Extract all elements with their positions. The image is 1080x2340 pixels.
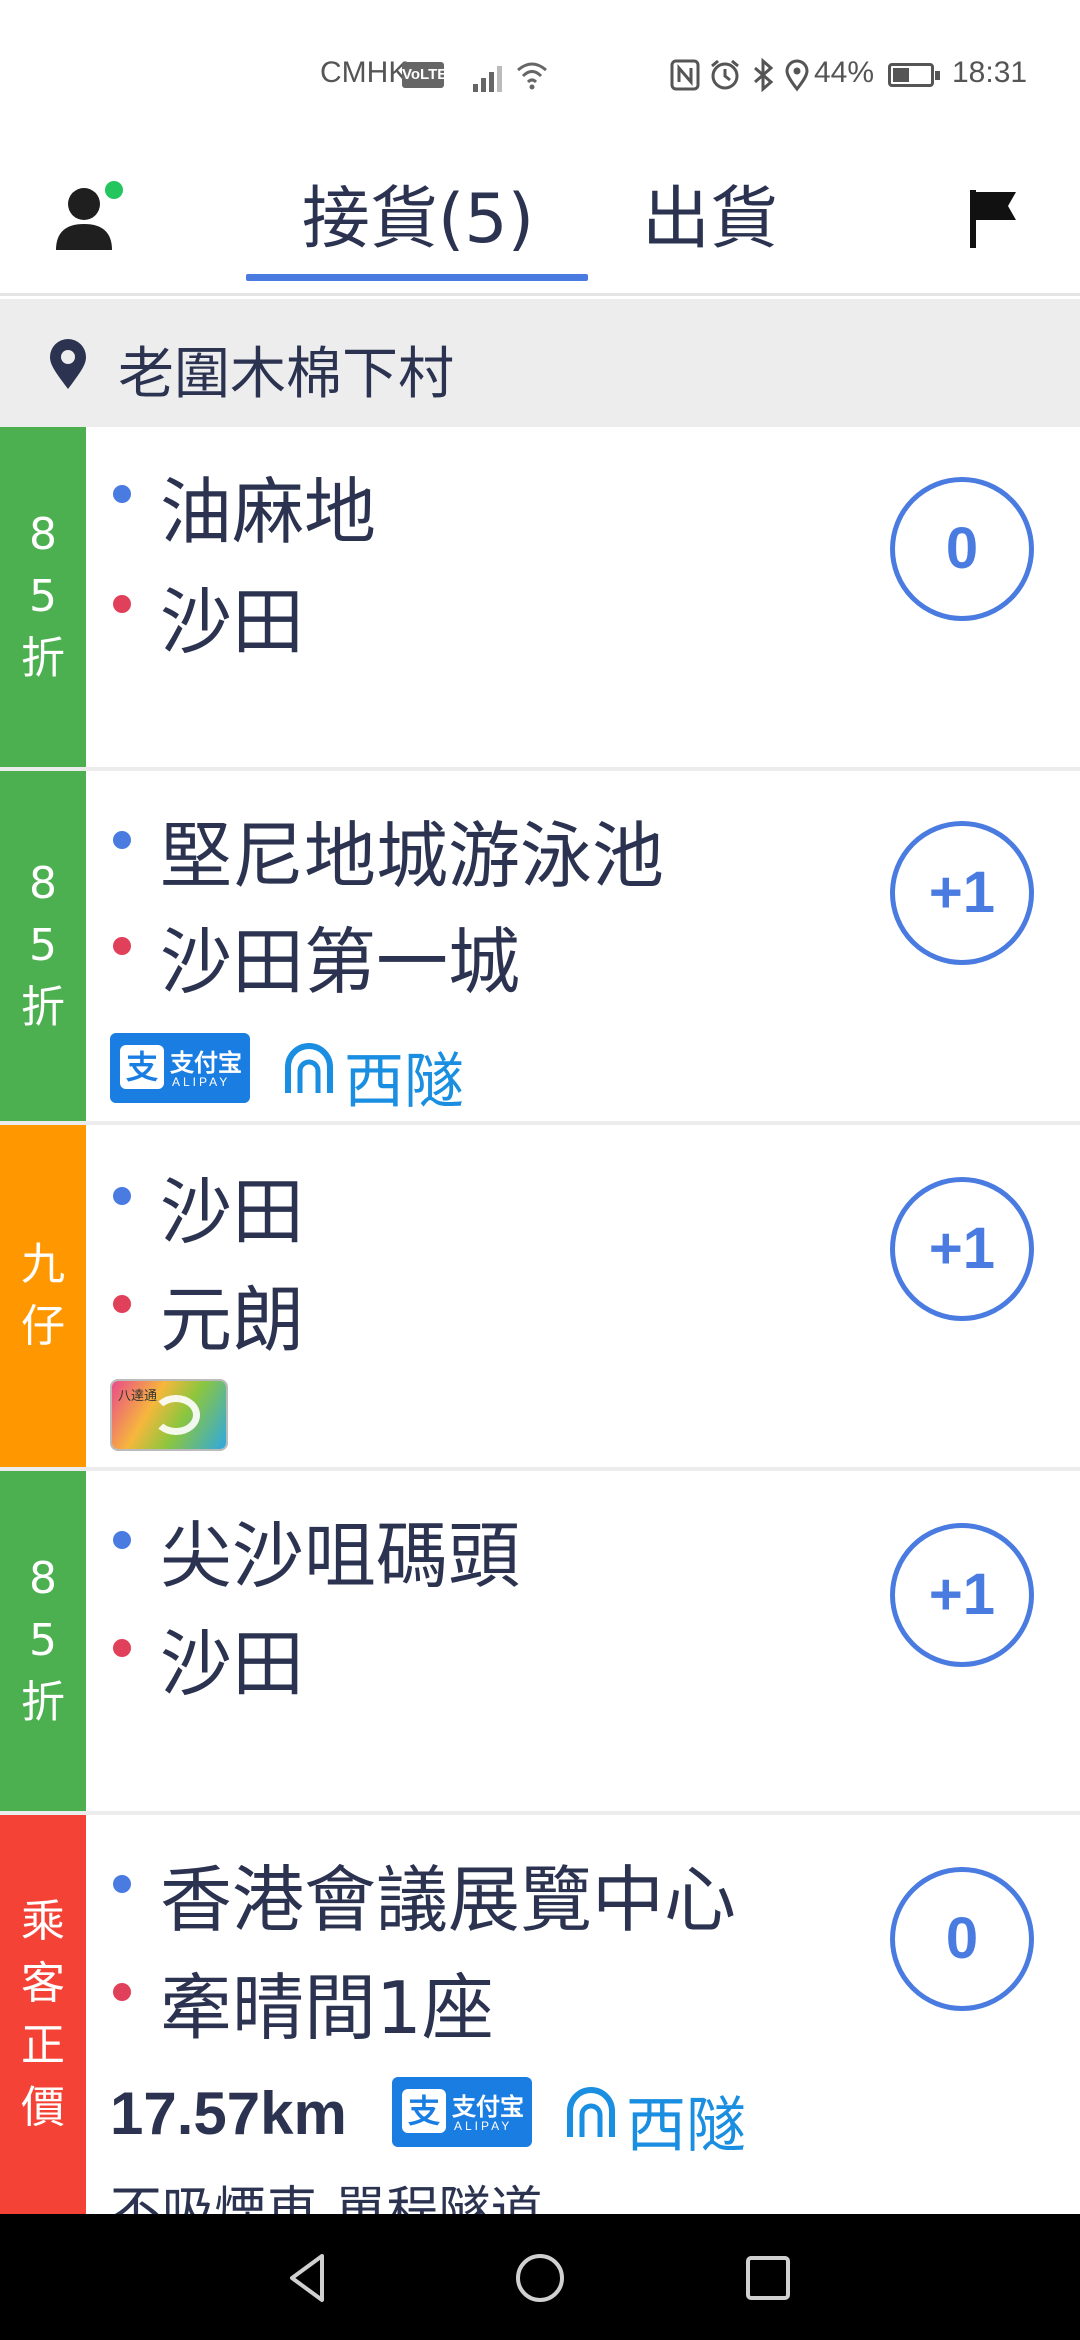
nfc-icon xyxy=(670,59,700,91)
dropoff-location: 元朗 xyxy=(160,1278,305,1362)
battery-percent: 44% xyxy=(814,56,875,89)
tip-count-button[interactable]: 0 xyxy=(890,1867,1034,2011)
pickup-location: 尖沙咀碼頭 xyxy=(160,1514,521,1598)
fare-tag: 8 5 折 xyxy=(0,427,86,767)
dropoff-dot xyxy=(113,1295,131,1313)
current-location-name: 老圍木棉下村 xyxy=(118,342,454,407)
pickup-dot xyxy=(113,1531,131,1549)
fare-tag-char: 乘 xyxy=(21,1895,65,1947)
tab-pickup[interactable]: 接貨(5) xyxy=(248,170,588,280)
alipay-logo-icon: 支 xyxy=(120,1045,164,1089)
order-card[interactable]: 8 5 折 堅尼地城游泳池 沙田第一城 +1 支 支付宝 ALIPAY 西隧 xyxy=(0,771,1080,1125)
fare-tag-char: 九 xyxy=(21,1239,65,1290)
alipay-badge: 支 支付宝 ALIPAY xyxy=(110,1033,250,1103)
dropoff-location: 沙田 xyxy=(160,580,305,664)
location-icon xyxy=(785,59,809,92)
tab-pickup-indicator xyxy=(246,274,588,281)
dropoff-dot xyxy=(113,937,131,955)
pickup-dot xyxy=(113,1187,131,1205)
tunnel-icon xyxy=(285,1043,333,1093)
signal-icon xyxy=(473,60,509,92)
home-icon[interactable] xyxy=(510,2248,570,2308)
wifi-icon xyxy=(517,62,547,90)
fare-tag: 8 5 折 xyxy=(0,771,86,1121)
battery-icon xyxy=(888,63,940,87)
fare-tag-char: 價 xyxy=(21,2081,65,2133)
tip-count-button[interactable]: +1 xyxy=(890,1523,1034,1667)
tip-count-button[interactable]: 0 xyxy=(890,477,1034,621)
pickup-location: 沙田 xyxy=(160,1170,305,1254)
fare-tag-char: 5 xyxy=(29,920,57,971)
fare-tag-char: 仔 xyxy=(21,1301,65,1352)
fare-tag-char: 5 xyxy=(29,1615,57,1666)
volte-badge: VoLTE xyxy=(402,62,447,88)
pickup-dot xyxy=(113,485,131,503)
tab-delivery[interactable]: 出貨 xyxy=(620,170,800,280)
dropoff-location: 沙田第一城 xyxy=(160,920,521,1004)
clock-time: 18:31 xyxy=(952,56,1028,89)
alipay-badge: 支 支付宝 ALIPAY xyxy=(392,2077,532,2147)
pickup-dot xyxy=(113,1875,131,1893)
bluetooth-icon xyxy=(754,58,774,92)
fare-tag-char: 正 xyxy=(21,2019,65,2071)
status-bar: CMHK VoLTE 44% 18:31 xyxy=(0,0,1080,150)
battery-fill xyxy=(893,68,909,82)
recents-icon[interactable] xyxy=(738,2248,798,2308)
order-card[interactable]: 8 5 折 尖沙咀碼頭 沙田 +1 xyxy=(0,1471,1080,1815)
dropoff-dot xyxy=(113,595,131,613)
system-nav-bar xyxy=(0,2214,1080,2340)
fare-tag: 九 仔 xyxy=(0,1125,86,1467)
pickup-dot xyxy=(113,831,131,849)
online-status-dot xyxy=(105,181,123,199)
tip-count-button[interactable]: +1 xyxy=(890,1177,1034,1321)
carrier-label: CMHK xyxy=(320,56,409,89)
dropoff-location: 沙田 xyxy=(160,1622,305,1706)
fare-tag-char: 折 xyxy=(21,982,65,1033)
fare-tag-char: 折 xyxy=(21,633,65,684)
tip-count-button[interactable]: +1 xyxy=(890,821,1034,965)
fare-tag-char: 客 xyxy=(21,1957,65,2009)
pickup-location: 油麻地 xyxy=(160,470,377,554)
fare-tag-char: 5 xyxy=(29,571,57,622)
pickup-location: 香港會議展覽中心 xyxy=(160,1858,737,1942)
back-icon[interactable] xyxy=(278,2248,338,2308)
map-pin-icon xyxy=(50,339,86,389)
order-card[interactable]: 8 5 折 油麻地 沙田 0 xyxy=(0,427,1080,771)
current-location-bar[interactable]: 老圍木棉下村 xyxy=(0,299,1080,427)
fare-tag-char: 8 xyxy=(29,858,57,909)
fare-tag-char: 8 xyxy=(29,1553,57,1604)
trip-distance: 17.57km xyxy=(110,2080,347,2147)
order-note: 不吸煙車 單程隧道 xyxy=(110,2182,543,2214)
octopus-card-icon: 八達通 xyxy=(110,1379,228,1451)
person-icon[interactable] xyxy=(54,178,128,258)
order-card[interactable]: 九 仔 沙田 元朗 +1 八達通 xyxy=(0,1125,1080,1471)
dropoff-location: 牽晴間1座 xyxy=(160,1966,494,2050)
order-card[interactable]: 乘 客 正 價 香港會議展覽中心 牽晴間1座 0 17.57km 支 支付宝 A… xyxy=(0,1815,1080,2214)
alarm-icon xyxy=(711,59,739,90)
dropoff-dot xyxy=(113,1639,131,1657)
alipay-logo-icon: 支 xyxy=(402,2089,446,2133)
fare-tag: 乘 客 正 價 xyxy=(0,1815,86,2214)
pickup-location: 堅尼地城游泳池 xyxy=(160,814,665,898)
tunnel-icon xyxy=(567,2087,615,2137)
flag-icon[interactable] xyxy=(966,186,1022,250)
fare-tag-char: 8 xyxy=(29,509,57,560)
fare-tag-char: 折 xyxy=(21,1677,65,1728)
dropoff-dot xyxy=(113,1983,131,2001)
app-header: 接貨(5) 出貨 xyxy=(0,150,1080,296)
fare-tag: 8 5 折 xyxy=(0,1471,86,1811)
